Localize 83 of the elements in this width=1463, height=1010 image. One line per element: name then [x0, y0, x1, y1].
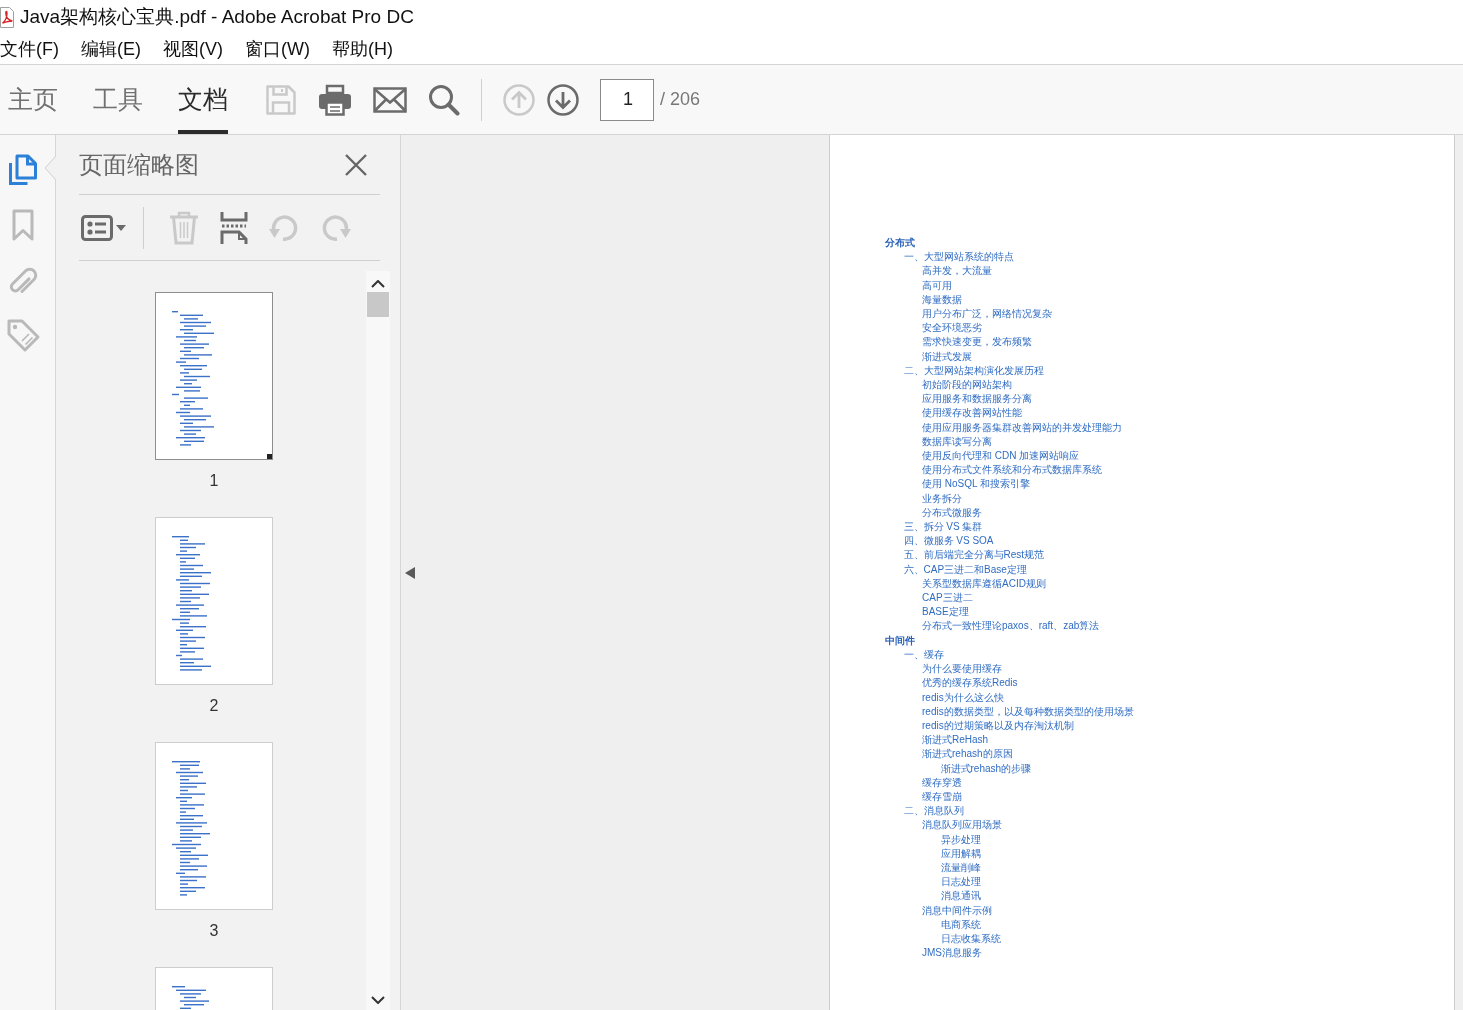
toc-link[interactable]: 渐进式rehash的原因: [922, 747, 1013, 762]
page-thumbnail[interactable]: [155, 742, 273, 910]
toc-link[interactable]: 缓存穿透: [922, 775, 962, 790]
page-number-field[interactable]: 1: [600, 78, 654, 121]
resize-handle-icon[interactable]: [267, 454, 272, 459]
menu-item[interactable]: 视图(V): [163, 37, 223, 61]
caret-icon[interactable]: [116, 224, 126, 231]
toc-link[interactable]: 二、消息队列: [903, 804, 964, 819]
toc-link[interactable]: redis的数据类型，以及每种数据类型的使用场景: [922, 704, 1134, 719]
toc-link[interactable]: 使用缓存改善网站性能: [922, 406, 1022, 421]
toc-link[interactable]: 需求快速变更，发布频繁: [922, 335, 1032, 350]
toc-link[interactable]: 渐进式发展: [922, 349, 972, 364]
mail-icon[interactable]: [373, 86, 407, 113]
toc-link[interactable]: 一、缓存: [903, 647, 944, 663]
toc-link[interactable]: 流量削峰: [940, 860, 981, 876]
page-count: / 206: [660, 89, 701, 110]
toc-link[interactable]: 业务拆分: [922, 491, 962, 506]
tab[interactable]: 工具: [93, 65, 143, 134]
toc-link[interactable]: 为什么要使用缓存: [922, 662, 1002, 677]
toc-link[interactable]: 应用服务和数据服务分离: [922, 392, 1032, 407]
toc-link[interactable]: 关系型数据库遵循ACID规则: [922, 576, 1046, 592]
menu-item[interactable]: 窗口(W): [245, 37, 310, 61]
tab[interactable]: 主页: [8, 65, 58, 134]
toc-link[interactable]: 数据库读写分离: [922, 434, 992, 450]
close-icon[interactable]: [344, 152, 368, 177]
page-split-icon[interactable]: [220, 211, 248, 244]
collapse-arrow-icon[interactable]: [405, 566, 415, 579]
window-title: Java架构核心宝典.pdf - Adobe Acrobat Pro DC: [20, 5, 414, 29]
page-number-label: 1: [209, 471, 219, 491]
page-thumbnail[interactable]: [155, 292, 273, 460]
toc-link[interactable]: redis为什么这么快: [922, 690, 1004, 705]
toc-link[interactable]: 四、微服务 VS SOA: [903, 534, 994, 549]
menu-item[interactable]: 文件(F): [0, 37, 59, 61]
toc-link[interactable]: 渐进式rehash的步骤: [940, 761, 1032, 776]
scrollbar-thumb[interactable]: [367, 292, 389, 317]
toc-link[interactable]: 使用 NoSQL 和搜索引擎: [922, 477, 1030, 492]
toc-link[interactable]: 中间件: [885, 633, 915, 648]
page-number-label: 2: [209, 696, 219, 716]
toc-link[interactable]: 高可用: [922, 278, 952, 293]
toc-link[interactable]: 消息通讯: [940, 889, 981, 904]
toc-link[interactable]: 使用应用服务器集群改善网站的并发处理能力: [922, 420, 1122, 435]
toc-link[interactable]: 一、大型网站系统的特点: [903, 250, 1014, 265]
page-thumbnail[interactable]: [155, 517, 273, 685]
toc-link[interactable]: 优秀的缓存系统Redis: [922, 676, 1018, 691]
toc-link[interactable]: 异步处理: [940, 832, 981, 847]
scrollbar[interactable]: [366, 271, 390, 1010]
toc-link[interactable]: 分布式一致性理论paxos、raft、zab算法: [922, 619, 1100, 634]
toc-link[interactable]: JMS消息服务: [922, 946, 982, 961]
toc-link[interactable]: 日志收集系统: [940, 931, 1001, 947]
toc-link[interactable]: 六、CAP三进二和Base定理: [903, 562, 1027, 577]
toc-link[interactable]: 应用解耦: [940, 846, 981, 861]
toc-link[interactable]: 使用分布式文件系统和分布式数据库系统: [922, 463, 1102, 478]
toc-link[interactable]: 分布式微服务: [922, 505, 982, 521]
toc-link[interactable]: 三、拆分 VS 集群: [903, 520, 983, 535]
chevron-up-icon[interactable]: [371, 280, 385, 288]
toc-link[interactable]: CAP三进二: [922, 591, 973, 606]
toc-link[interactable]: 消息队列应用场景: [922, 818, 1002, 833]
pages-icon[interactable]: [7, 154, 38, 186]
toc-link[interactable]: 消息中间件示例: [922, 903, 992, 918]
toc-link[interactable]: redis的过期策略以及内存淘汰机制: [922, 718, 1074, 734]
toc-link[interactable]: 初始阶段的网站架构: [922, 378, 1012, 393]
menu-item[interactable]: 帮助(H): [331, 37, 393, 61]
toc-link[interactable]: 日志处理: [940, 875, 981, 890]
toc-link[interactable]: 海量数据: [922, 292, 962, 307]
list-icon[interactable]: [81, 214, 113, 241]
page-number-label: 3: [209, 921, 219, 941]
panel-title: 页面缩略图: [79, 149, 199, 180]
toc-link[interactable]: BASE定理: [922, 605, 969, 620]
toc-link[interactable]: 分布式: [885, 236, 915, 251]
toc-link[interactable]: 安全环境恶劣: [922, 321, 982, 336]
search-icon[interactable]: [428, 83, 460, 116]
toc-link[interactable]: 二、大型网站架构演化发展历程: [903, 363, 1044, 379]
printer-icon[interactable]: [318, 83, 352, 116]
toc-link[interactable]: 渐进式ReHash: [922, 733, 989, 748]
menu-item[interactable]: 编辑(E): [81, 37, 141, 61]
toc-link[interactable]: 电商系统: [940, 917, 981, 932]
toc-link[interactable]: 五、前后端完全分离与Rest规范: [903, 548, 1045, 563]
toc-link[interactable]: 高并发，大流量: [922, 264, 992, 279]
pdf-file-icon: [0, 6, 14, 28]
toc-link[interactable]: 用户分布广泛，网络情况复杂: [922, 307, 1052, 322]
chevron-down-icon[interactable]: [371, 996, 385, 1004]
toc-link[interactable]: 缓存雪崩: [922, 789, 962, 805]
toc-link[interactable]: 使用反向代理和 CDN 加速网站响应: [922, 449, 1080, 464]
